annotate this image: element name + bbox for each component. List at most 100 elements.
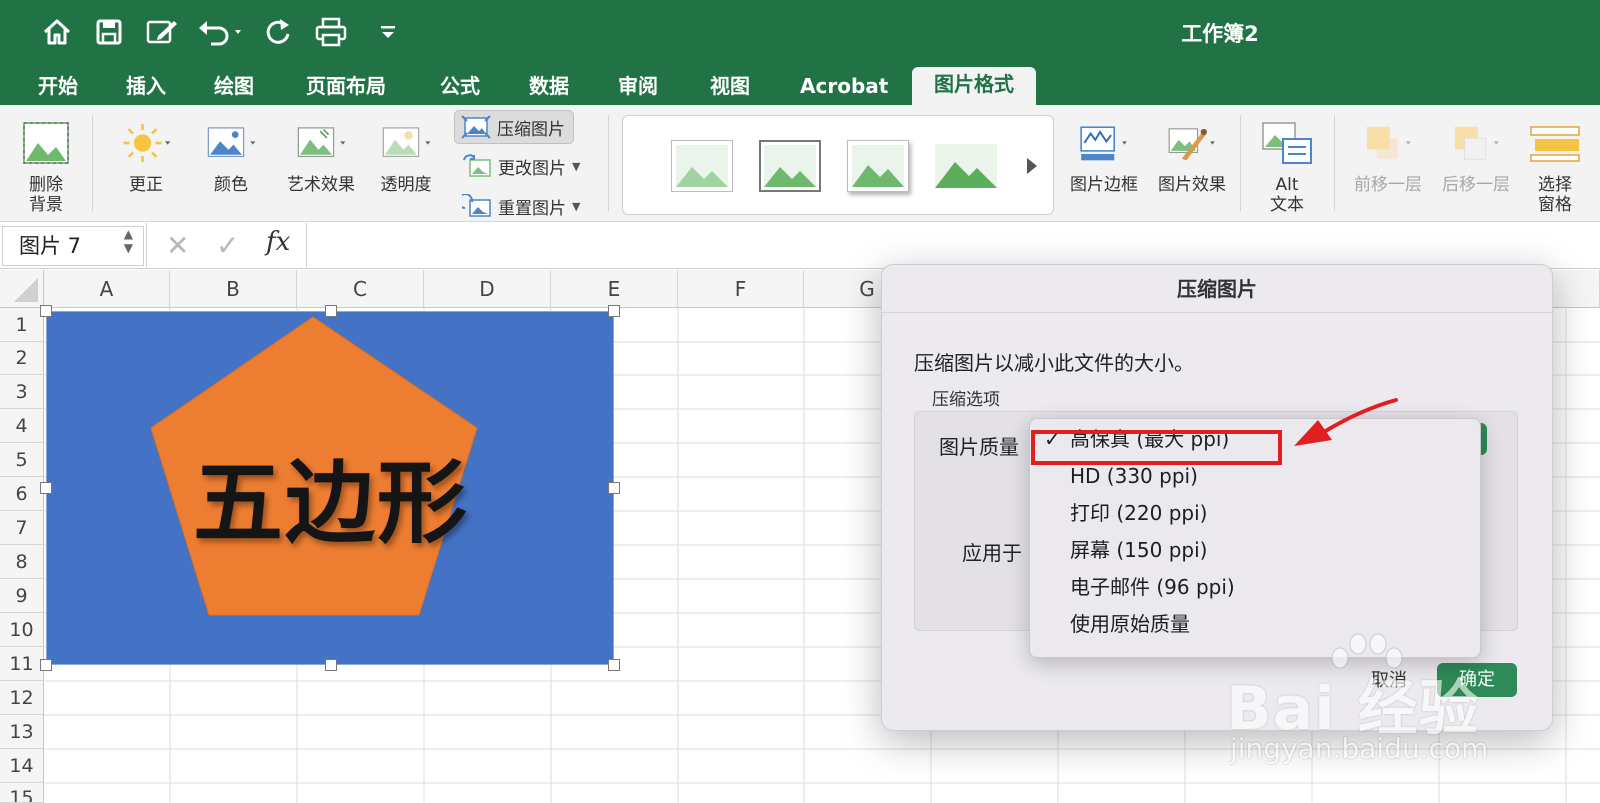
column-header[interactable]: A: [44, 270, 170, 308]
picture-styles-gallery: [622, 115, 1054, 215]
chevron-down-icon[interactable]: [374, 14, 402, 50]
function-icon[interactable]: fx: [266, 227, 290, 257]
compress-pictures-button[interactable]: 压缩图片: [454, 110, 574, 144]
remove-background-button[interactable]: 删除 背景: [18, 105, 74, 215]
row-header[interactable]: 10: [0, 613, 44, 647]
resize-handle[interactable]: [608, 482, 620, 494]
picture-border-button[interactable]: 图片边框: [1062, 105, 1146, 195]
corrections-button[interactable]: 更正: [108, 105, 184, 195]
reset-picture-button[interactable]: 重置图片 ▼: [456, 189, 588, 223]
bring-forward-button[interactable]: 前移一层: [1350, 105, 1426, 195]
tab-insert[interactable]: 插入: [122, 69, 170, 105]
dialog-title: 压缩图片: [882, 265, 1552, 313]
tab-home[interactable]: 开始: [34, 69, 82, 105]
save-icon[interactable]: [90, 14, 128, 50]
undo-icon[interactable]: [196, 14, 248, 50]
transparency-button[interactable]: 透明度: [368, 105, 444, 195]
row-header[interactable]: 2: [0, 342, 44, 375]
bring-forward-label: 前移一层: [1354, 175, 1422, 195]
resize-handle[interactable]: [40, 482, 52, 494]
row-header[interactable]: 9: [0, 579, 44, 613]
row-header[interactable]: 3: [0, 375, 44, 409]
resize-handle[interactable]: [608, 659, 620, 671]
send-backward-label: 后移一层: [1442, 175, 1510, 195]
corrections-label: 更正: [129, 175, 163, 195]
tab-data[interactable]: 数据: [525, 69, 573, 105]
remove-background-label-1: 删除: [29, 175, 63, 195]
selection-pane-icon: [1530, 126, 1580, 162]
tab-formulas[interactable]: 公式: [436, 69, 484, 105]
tab-page-layout[interactable]: 页面布局: [302, 69, 390, 105]
compress-options-heading: 压缩选项: [932, 390, 1000, 410]
change-picture-label: 更改图片: [498, 158, 566, 179]
ribbon: 删除背景 更正 颜色 艺术效果 透明度 压缩图片 更改图片 ▼ 重置图片 ▼: [0, 105, 1600, 222]
cancel-icon[interactable]: ✕: [166, 229, 189, 262]
row-header[interactable]: 6: [0, 477, 44, 511]
picture-effects-label: 图片效果: [1158, 175, 1226, 195]
ribbon-separator: [608, 115, 609, 211]
column-header[interactable]: D: [424, 270, 551, 308]
picture-style-thumbnail[interactable]: [759, 140, 821, 192]
picture-border-icon: [1080, 126, 1127, 161]
quality-option-print[interactable]: 打印 (220 ppi): [1030, 495, 1480, 531]
send-backward-icon: [1454, 126, 1499, 160]
resize-handle[interactable]: [40, 659, 52, 671]
picture-style-thumbnail[interactable]: [847, 140, 909, 192]
row-header[interactable]: 14: [0, 749, 44, 783]
resize-handle[interactable]: [325, 305, 337, 317]
selected-picture[interactable]: 五边形: [40, 305, 620, 671]
alt-text-button[interactable]: Alt 文本: [1258, 105, 1316, 215]
quality-option-label: 使用原始质量: [1070, 612, 1190, 636]
quality-option-label: 打印 (220 ppi): [1070, 501, 1208, 525]
selection-pane-button[interactable]: 选择 窗格: [1526, 105, 1584, 215]
enter-icon[interactable]: ✓: [216, 229, 239, 262]
row-header[interactable]: 11: [0, 647, 44, 681]
picture-style-thumbnail[interactable]: [671, 140, 733, 192]
formula-divider: [146, 223, 147, 269]
row-header[interactable]: 7: [0, 511, 44, 545]
transparency-icon: [382, 127, 431, 158]
send-backward-button[interactable]: 后移一层: [1438, 105, 1514, 195]
color-button[interactable]: 颜色: [196, 105, 266, 195]
picture-effects-button[interactable]: 图片效果: [1150, 105, 1234, 195]
picture-style-thumbnail[interactable]: [935, 140, 997, 192]
remove-background-icon: [23, 122, 69, 164]
row-header[interactable]: 15: [0, 783, 44, 803]
redo-icon[interactable]: [260, 14, 296, 50]
picture-border-label: 图片边框: [1070, 175, 1138, 195]
resize-handle[interactable]: [40, 305, 52, 317]
select-all-corner[interactable]: [0, 270, 44, 308]
row-header[interactable]: 4: [0, 409, 44, 443]
row-header[interactable]: 5: [0, 443, 44, 477]
tab-draw[interactable]: 绘图: [210, 69, 258, 105]
tab-view[interactable]: 视图: [706, 69, 754, 105]
tab-picture-format[interactable]: 图片格式: [912, 67, 1036, 105]
resize-handle[interactable]: [608, 305, 620, 317]
alt-text-label-1: Alt: [1275, 175, 1299, 195]
change-picture-button[interactable]: 更改图片 ▼: [456, 149, 588, 183]
name-box[interactable]: 图片 7 ▲ ▼: [2, 226, 144, 266]
quality-option-email[interactable]: 电子邮件 (96 ppi): [1030, 569, 1480, 605]
quality-option-screen[interactable]: 屏幕 (150 ppi): [1030, 532, 1480, 568]
row-header[interactable]: 12: [0, 681, 44, 715]
tab-review[interactable]: 审阅: [614, 69, 662, 105]
column-header[interactable]: B: [170, 270, 297, 308]
row-header[interactable]: 8: [0, 545, 44, 579]
print-icon[interactable]: [312, 14, 350, 50]
artistic-effects-button[interactable]: 艺术效果: [278, 105, 364, 195]
resize-handle[interactable]: [325, 659, 337, 671]
artistic-effects-label: 艺术效果: [287, 175, 355, 195]
edit-icon[interactable]: [142, 14, 182, 50]
tab-acrobat[interactable]: Acrobat: [796, 69, 892, 105]
watermark-url: jingyan.baidu.com: [1230, 732, 1489, 765]
gallery-next-icon[interactable]: [1025, 156, 1039, 180]
reset-picture-icon: [462, 194, 491, 217]
column-header[interactable]: C: [297, 270, 424, 308]
row-header[interactable]: 13: [0, 715, 44, 749]
column-header[interactable]: E: [551, 270, 678, 308]
transparency-label: 透明度: [380, 175, 432, 195]
stepper-icon[interactable]: ▲ ▼: [124, 227, 133, 255]
row-header[interactable]: 1: [0, 308, 44, 342]
home-icon[interactable]: [38, 14, 76, 50]
column-header[interactable]: F: [678, 270, 804, 308]
